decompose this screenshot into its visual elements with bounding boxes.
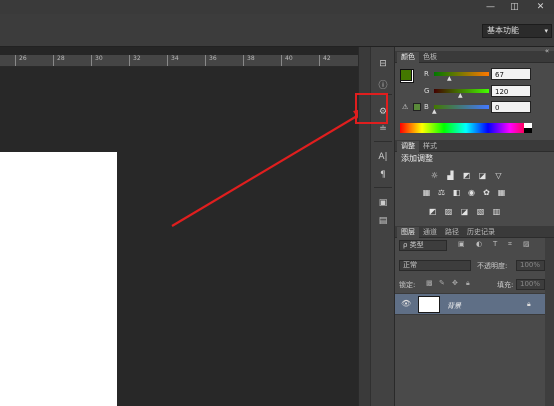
spectrum-black-white[interactable] [524,123,532,133]
levels-icon[interactable]: ▟ [445,171,456,180]
layer-filter-type-icon[interactable]: T [493,240,497,248]
character-icon[interactable]: A| [376,151,390,163]
layer-name[interactable]: 背景 [447,301,461,311]
layer-filter-adjust-icon[interactable]: ◐ [476,240,482,248]
layer-filter-shape-icon[interactable]: ⌗ [508,240,512,249]
hue-saturation-icon[interactable]: ▦ [421,188,432,197]
fill-input[interactable]: 100% [516,279,545,290]
out-of-gamut-warning-icon[interactable]: ⚠ [402,103,408,111]
arrow-shaft [171,115,358,227]
color-lookup-icon[interactable]: ▦ [496,188,507,197]
adjustments-title: 添加调整 [401,154,433,163]
layer-filter-kind[interactable]: ρ 类型 [399,240,447,251]
tab-adjustments[interactable]: 调整 [397,141,419,152]
gradient-map-icon[interactable]: ▧ [475,207,486,216]
slider-g-handle[interactable]: ▲ [458,92,463,99]
channel-label-g: G [424,87,430,95]
brightness-icon[interactable]: ☼ [429,171,440,180]
icon-separator [374,187,392,188]
lock-move-icon[interactable]: ✥ [452,279,458,287]
input-b[interactable]: 0 [491,101,531,113]
gamut-swatch[interactable] [413,103,421,111]
tab-styles[interactable]: 样式 [419,141,441,152]
photo-filter-icon[interactable]: ◉ [466,188,477,197]
layer-filter-pixel-icon[interactable]: ▣ [458,240,465,248]
vibrance-icon[interactable]: ▽ [493,171,504,180]
fill-label: 填充: [497,281,514,289]
channel-label-r: R [424,70,429,78]
info-icon[interactable]: ⓘ [376,78,390,91]
slider-r-handle[interactable]: ▲ [447,75,452,82]
invert-icon[interactable]: ◩ [427,207,438,216]
curves-icon[interactable]: ◩ [461,171,472,180]
tab-swatches[interactable]: 色板 [419,52,441,63]
color-balance-icon[interactable]: ⚖ [436,188,447,197]
channel-label-b: B [424,103,429,111]
black-white-icon[interactable]: ◧ [451,188,462,197]
tab-channels[interactable]: 通道 [419,227,441,238]
layers-scrollbar[interactable] [545,238,554,406]
photoshop-window: — ◫ ✕ 基本功能 ▾ 26 28 30 32 34 36 38 40 42 [0,0,554,406]
layer-thumbnail [418,296,440,313]
selective-color-icon[interactable]: ▥ [491,207,502,216]
threshold-icon[interactable]: ◪ [459,207,470,216]
history-icon[interactable]: ⊟ [376,58,390,70]
notes-icon[interactable]: ▤ [376,215,390,227]
slider-r[interactable] [434,72,489,76]
posterize-icon[interactable]: ▨ [443,207,454,216]
lock-transparency-icon[interactable]: ▩ [426,279,433,287]
lock-label: 锁定: [399,281,416,289]
foreground-color-swatch[interactable] [400,69,412,81]
tab-paths[interactable]: 路径 [441,227,463,238]
slider-b-handle[interactable]: ▲ [432,108,437,115]
color-spectrum[interactable] [400,123,532,133]
exposure-icon[interactable]: ◪ [477,171,488,180]
adjustment-icons: ☼ ▟ ◩ ◪ ▽ ▦ ⚖ ◧ ◉ ✿ ▦ ◩ ▨ ◪ ▧ ▥ [399,166,539,226]
color-panel-tabs: 颜色 色板 [395,51,554,63]
paragraph-icon[interactable]: ¶ [376,169,390,181]
opacity-label: 不透明度: [477,262,508,270]
layer-filter-smart-icon[interactable]: ▨ [523,240,530,248]
input-g[interactable]: 120 [491,85,531,97]
brush-preset-icon[interactable]: ▣ [376,197,390,209]
blend-mode-value: 正常 [403,261,417,269]
tab-color[interactable]: 颜色 [397,52,419,63]
layers-panel-tabs: 图层 通道 路径 历史记录 [395,226,554,238]
blend-mode-select[interactable]: 正常 [399,260,471,271]
collapse-panels-icon[interactable]: « [540,47,554,55]
input-r[interactable]: 67 [491,68,531,80]
adjustments-panel-tabs: 调整 样式 [395,140,554,152]
lock-brush-icon[interactable]: ✎ [439,279,445,287]
icon-separator [374,141,392,142]
slider-b[interactable] [434,105,489,109]
lock-all-icon[interactable]: 🔒︎ [466,279,470,288]
highlight-box [355,93,388,124]
tab-history[interactable]: 历史记录 [463,227,499,238]
layer-lock-icon: 🔒︎ [527,300,531,308]
tab-layers[interactable]: 图层 [397,227,419,238]
channel-mixer-icon[interactable]: ✿ [481,188,492,197]
opacity-input[interactable]: 100% [516,260,545,271]
adjust-sliders-icon[interactable]: ≐ [376,123,390,135]
eye-icon[interactable]: 👁︎ [401,299,411,308]
